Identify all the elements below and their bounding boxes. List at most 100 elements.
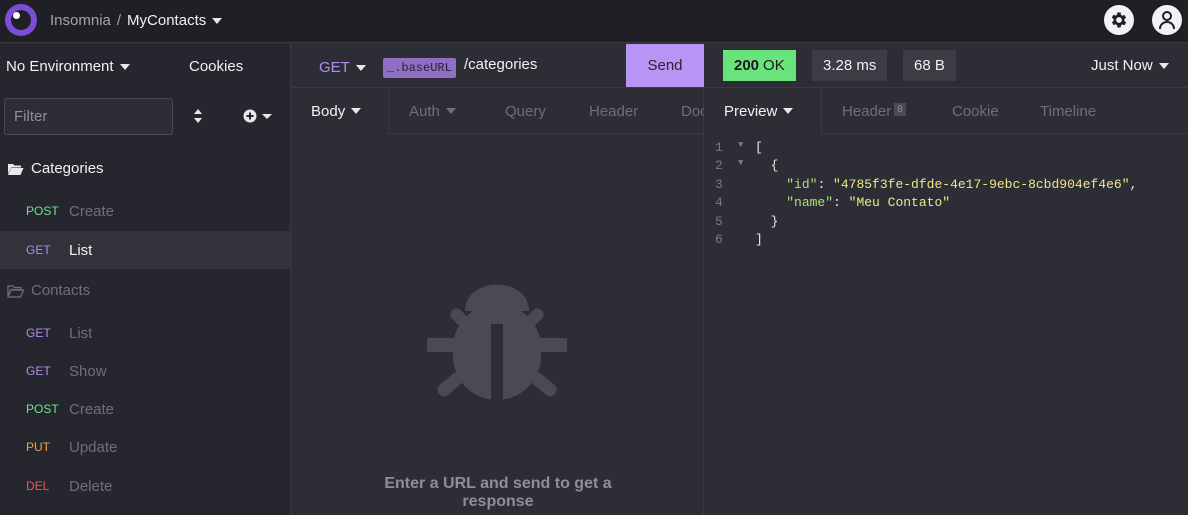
request-name: List [69,324,93,342]
line-number: 5 [715,214,723,229]
fold-arrow-icon[interactable]: ▼ [738,158,743,168]
tab-divider [388,88,389,134]
response-history-selector[interactable]: Just Now [1091,57,1169,74]
tab-label: Preview [724,102,778,120]
request-item-active[interactable]: GET List [0,231,290,269]
tab-header[interactable]: Header [589,88,638,134]
header-count-badge: 8 [894,102,906,116]
tab-preview[interactable]: Preview [724,88,794,134]
line-number-text: 2 [715,158,723,173]
request-item[interactable]: DEL Delete [0,467,290,505]
send-button[interactable]: Send [626,44,704,87]
method-badge: GET [26,364,51,378]
response-size-badge: 68 B [903,50,956,81]
method-badge: GET [26,326,51,340]
sidebar: No Environment Cookies Categories POST C… [0,44,291,515]
request-item[interactable]: POST Create [0,390,290,428]
chevron-down-icon [783,108,794,114]
request-name: List [69,241,93,259]
base-url-variable[interactable]: _.baseURL [383,58,456,78]
request-item[interactable]: POST Create [0,192,290,230]
environment-selector[interactable]: No Environment [6,58,130,75]
fold-arrow-icon[interactable]: ▼ [738,140,743,150]
method-selector[interactable]: GET [319,59,366,76]
settings-button[interactable] [1104,5,1134,35]
sort-icon[interactable] [190,106,206,126]
request-tabs: Body Auth Query Header Doc [292,88,704,134]
response-time-badge: 3.28 ms [812,50,888,81]
folder-open-icon [8,163,24,175]
tab-body[interactable]: Body [311,88,362,134]
json-value: "4785f3fe-dfde-4e17-9ebc-8cbd904ef4e6" [833,177,1130,192]
code-line: "name": "Meu Contato" [786,195,951,210]
tab-auth[interactable]: Auth [409,88,456,134]
empty-state-message: Enter a URL and send to get a response [384,475,612,510]
user-icon [1159,11,1175,30]
insomnia-logo[interactable] [5,4,37,36]
method-badge: DEL [26,479,50,493]
account-button[interactable] [1152,5,1182,35]
request-name: Update [69,438,118,456]
request-item[interactable]: GET Show [0,352,290,390]
tab-query[interactable]: Query [505,88,546,134]
line-number: 1 ▼ [715,140,755,158]
status-code: 200 [734,57,760,74]
method-badge: PUT [26,440,50,454]
folder-categories[interactable]: Categories [7,160,104,177]
tab-label: Header [842,102,892,120]
json-comma: , [1129,177,1138,192]
response-pane: 200 OK 3.28 ms 68 B Just Now Preview Head… [705,44,1188,515]
chevron-down-icon [351,108,362,114]
url-path[interactable]: /categories [464,56,537,73]
gear-icon [1111,12,1127,28]
line-number: 4 [715,195,723,210]
filter-input[interactable] [4,98,173,135]
add-request-button[interactable] [242,106,274,126]
tab-timeline[interactable]: Timeline [1040,88,1096,134]
workspace-name[interactable]: MyContacts [127,12,206,29]
folder-label: Categories [31,160,104,177]
tab-cookie[interactable]: Cookie [952,88,999,134]
cookies-button[interactable]: Cookies [189,58,243,75]
tab-response-header[interactable]: Header 8 [842,88,906,134]
tab-underline [388,133,704,134]
request-item[interactable]: GET List [0,314,290,352]
chevron-down-icon [1158,63,1169,70]
tab-label: Body [311,102,346,120]
request-item[interactable]: PUT Update [0,428,290,466]
json-value: "Meu Contato" [848,195,951,210]
method-label: GET [319,59,350,76]
json-key: "id" [786,177,818,192]
breadcrumb-app[interactable]: Insomnia [50,12,111,29]
request-name: Show [69,362,107,380]
chevron-down-icon [445,108,456,114]
code-line: } [755,214,779,229]
json-key: "name" [786,195,834,210]
chevron-down-icon [119,64,130,71]
top-bar: Insomnia / MyContacts [0,0,1188,43]
code-line: { [755,158,779,173]
request-name: Create [69,400,115,418]
code-line: [ [755,140,763,155]
status-badge: 200 OK [723,50,796,81]
folder-contacts[interactable]: Contacts [7,282,90,299]
chevron-down-icon[interactable] [212,18,223,25]
breadcrumb: Insomnia / MyContacts [50,12,223,29]
history-label: Just Now [1091,57,1153,74]
status-text: OK [763,57,785,74]
request-name: Delete [69,477,113,495]
response-status-bar: 200 OK 3.28 ms 68 B Just Now [705,44,1188,88]
tab-docs[interactable]: Doc [681,88,704,134]
tab-divider [821,88,822,134]
chevron-down-icon [355,65,366,72]
line-number: 2 ▼ [715,158,755,176]
folder-open-icon [7,284,24,298]
request-name: Create [69,202,115,220]
method-badge: GET [26,243,51,257]
breadcrumb-separator: / [116,12,122,29]
tab-label: Auth [409,102,440,120]
response-tabs: Preview Header 8 Cookie Timeline [705,88,1188,134]
folder-label: Contacts [31,282,91,299]
code-line: ] [755,232,763,247]
method-badge: POST [26,204,59,218]
